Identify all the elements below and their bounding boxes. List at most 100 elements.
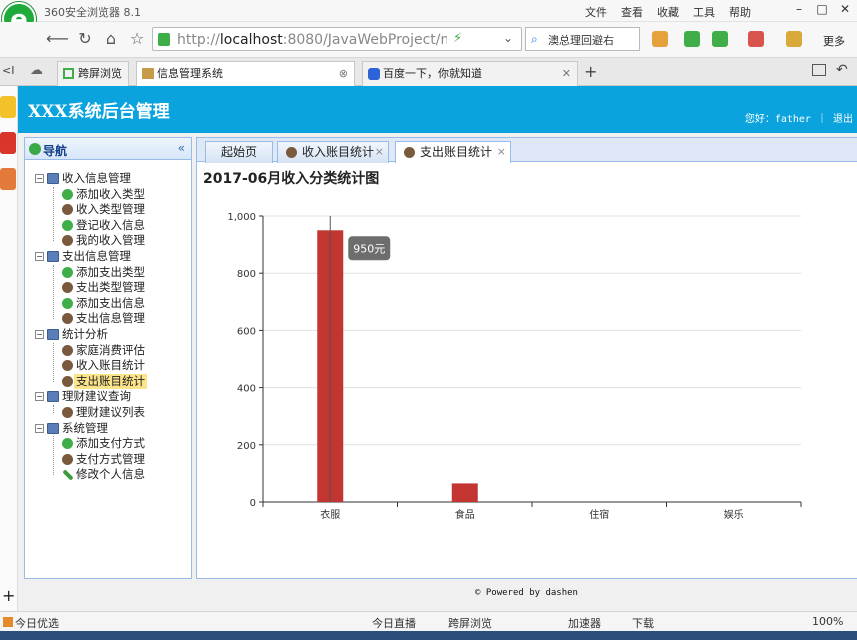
x-tick-label: 住宿	[589, 508, 609, 521]
live-link[interactable]: 今日直播	[372, 615, 416, 631]
close-tab-icon[interactable]: ×	[497, 142, 506, 162]
collapse-toggle-icon[interactable]: −	[35, 174, 44, 183]
tab-info-system[interactable]: 信息管理系统 ⊗	[136, 61, 355, 86]
accelerator-link[interactable]: 加速器	[568, 615, 601, 631]
bar-chart: 0 200 400 600 800 1,000 衣服 食品 住宿 娱乐 950元	[227, 212, 802, 521]
chart-icon	[142, 68, 154, 79]
nav-item[interactable]: 收入账目统计	[25, 358, 191, 374]
nav-item[interactable]: 添加收入类型	[25, 187, 191, 203]
close-window-icon[interactable]: ✕	[836, 2, 854, 18]
nav-header: 导航 «	[25, 138, 191, 160]
download-link[interactable]: 下载	[632, 615, 654, 631]
nav-group[interactable]: − 收入信息管理	[25, 171, 191, 187]
nav-item[interactable]: 家庭消费评估	[25, 343, 191, 359]
search-input[interactable]: ⌕ 澳总理回避右	[525, 27, 640, 51]
tab-cross-screen[interactable]: 跨屏浏览	[57, 61, 129, 86]
cross-screen-link[interactable]: 跨屏浏览	[448, 615, 492, 631]
tab-label: 收入账目统计	[302, 145, 375, 159]
tab-home[interactable]: 起始页	[205, 141, 273, 163]
home-icon[interactable]: ⌂	[100, 28, 122, 50]
nav-item[interactable]: 收入类型管理	[25, 202, 191, 218]
nav-item[interactable]: 登记收入信息	[25, 218, 191, 234]
tab-income-stats[interactable]: 收入账目统计 ×	[277, 141, 389, 163]
chevron-down-icon[interactable]: ⌄	[503, 31, 513, 45]
collapse-toggle-icon[interactable]: −	[35, 423, 44, 433]
maximize-icon[interactable]: □	[813, 2, 831, 18]
refresh-icon[interactable]: ↻	[74, 28, 96, 50]
safety-icon[interactable]	[712, 31, 728, 47]
user-icon	[62, 204, 73, 216]
weibo-icon[interactable]	[0, 132, 16, 154]
nav-group[interactable]: − 系统管理	[25, 421, 191, 437]
menu-help[interactable]: 帮助	[729, 4, 751, 20]
menu-favorites[interactable]: 收藏	[657, 4, 679, 20]
restore-tab-icon[interactable]	[812, 64, 826, 76]
nav-item[interactable]: 添加支付方式	[25, 436, 191, 452]
extension-icon[interactable]	[786, 31, 802, 47]
today-picks[interactable]: 今日优选	[3, 615, 59, 631]
x-tick-label: 食品	[455, 508, 475, 521]
collapse-icon[interactable]: «	[178, 141, 185, 155]
menu-view[interactable]: 查看	[621, 4, 643, 20]
back-icon[interactable]: ⟵	[46, 28, 69, 50]
nav-item[interactable]: 支付方式管理	[25, 452, 191, 468]
menu-tools[interactable]: 工具	[693, 4, 715, 20]
favorites-star-icon[interactable]	[0, 96, 16, 118]
undo-close-icon[interactable]: ↶	[836, 62, 848, 78]
translate-icon[interactable]	[684, 31, 700, 47]
nav-item[interactable]: 添加支出类型	[25, 265, 191, 281]
tab-label: 信息管理系统	[157, 67, 223, 80]
nav-item[interactable]: 理财建议列表	[25, 405, 191, 421]
close-tab-icon[interactable]: ×	[375, 142, 384, 162]
y-tick-label: 400	[237, 384, 256, 395]
adblock-icon[interactable]	[748, 31, 764, 47]
url-input[interactable]: http://localhost:8080/JavaWebProject/mai…	[152, 27, 522, 51]
nav-item[interactable]: 我的收入管理	[25, 233, 191, 249]
user-icon	[62, 375, 73, 387]
more-menu[interactable]: 更多	[823, 33, 845, 49]
zoom-level[interactable]: 100%	[812, 615, 843, 628]
menu-file[interactable]: 文件	[585, 4, 607, 20]
nav-item[interactable]: 添加支出信息	[25, 296, 191, 312]
content-panel: 起始页 收入账目统计 × 支出账目统计 × 2017-06月收入分类统计图 0 2…	[196, 137, 857, 579]
tab-scroll-left-icon[interactable]: <I	[2, 64, 14, 77]
minimize-icon[interactable]: –	[790, 2, 808, 18]
today-icon	[3, 617, 13, 627]
accelerator-label: 加速器	[568, 617, 601, 630]
cloud-icon[interactable]: ☁	[30, 63, 43, 78]
user-greeting[interactable]: 您好：father ｜ 退出	[745, 110, 853, 125]
star-icon[interactable]: ☆	[126, 28, 148, 50]
pencil-icon	[62, 469, 74, 482]
zoom-label: 100%	[812, 615, 844, 628]
nav-item[interactable]: 支出账目统计	[25, 373, 191, 390]
tab-baidu[interactable]: 百度一下，你就知道 ✕	[362, 61, 578, 86]
content-tabs: 起始页 收入账目统计 × 支出账目统计 ×	[197, 138, 857, 163]
tab-expense-stats[interactable]: 支出账目统计 ×	[395, 141, 511, 163]
mail-icon[interactable]	[0, 168, 16, 190]
nav-item[interactable]: 修改个人信息	[25, 467, 191, 483]
new-tab-icon[interactable]: +	[584, 62, 597, 81]
tree-connector	[53, 186, 54, 242]
collapse-toggle-icon[interactable]: −	[35, 252, 44, 261]
search-text: 澳总理回避右	[548, 34, 614, 47]
tree-connector	[53, 264, 54, 320]
close-tab-icon[interactable]: ⊗	[339, 62, 348, 86]
nav-item[interactable]: 支出信息管理	[25, 311, 191, 327]
status-bar: 今日优选 今日直播 跨屏浏览 加速器 下载 100%	[0, 611, 857, 631]
y-tick-label: 0	[250, 498, 256, 509]
user-icon	[62, 360, 73, 372]
nav-group[interactable]: − 理财建议查询	[25, 389, 191, 405]
collapse-toggle-icon[interactable]: −	[35, 392, 44, 402]
apps-icon[interactable]	[652, 31, 668, 47]
nav-item-label: 收入账目统计	[76, 358, 145, 373]
y-tick-label: 1,000	[227, 212, 256, 223]
nav-group[interactable]: − 统计分析	[25, 327, 191, 343]
y-tick-label: 200	[237, 441, 256, 452]
x-tick-label: 娱乐	[724, 508, 744, 521]
close-tab-icon[interactable]: ✕	[562, 62, 571, 86]
nav-item[interactable]: 支出类型管理	[25, 280, 191, 296]
nav-group[interactable]: − 支出信息管理	[25, 249, 191, 265]
add-icon[interactable]: +	[2, 586, 15, 605]
tree-connector	[53, 342, 54, 382]
collapse-toggle-icon[interactable]: −	[35, 330, 44, 339]
